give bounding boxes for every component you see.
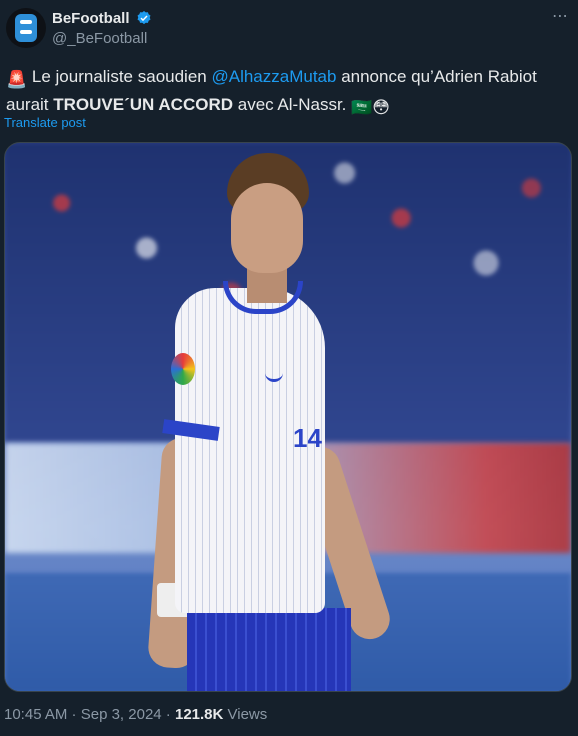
tweet-text-part-1: Le journaliste saoudien bbox=[27, 67, 212, 86]
euro-badge-icon bbox=[171, 353, 195, 385]
mention-link[interactable]: @AlhazzaMutab bbox=[211, 67, 336, 86]
meta-separator: · bbox=[67, 706, 81, 723]
player-head bbox=[231, 183, 303, 273]
avatar-logo-icon bbox=[15, 14, 37, 42]
alarm-emoji: 🚨 bbox=[6, 70, 28, 89]
tweet-bold-text: TROUVE´UN ACCORD bbox=[53, 95, 234, 114]
tweet-text-part-3: avec Al-Nassr. bbox=[233, 95, 352, 114]
tweet-date[interactable]: Sep 3, 2024 bbox=[81, 706, 162, 723]
shirt-number: 14 bbox=[293, 423, 322, 453]
more-options-icon[interactable]: ⋯ bbox=[552, 6, 569, 26]
tweet-time[interactable]: 10:45 AM bbox=[4, 706, 67, 723]
tweet-media-image[interactable]: 14 bbox=[4, 142, 572, 692]
views-label: Views bbox=[223, 706, 268, 723]
player-shorts bbox=[187, 608, 351, 691]
avatar[interactable] bbox=[6, 8, 46, 48]
tweet-metadata: 10:45 AM · Sep 3, 2024 · 121.8K Views bbox=[4, 706, 267, 723]
tweet-header: BeFootball @_BeFootball ⋯ bbox=[0, 0, 578, 56]
tweet-text: 🚨 Le journaliste saoudien @AlhazzaMutab … bbox=[6, 64, 566, 120]
player-figure: 14 bbox=[135, 153, 455, 691]
translate-post-link[interactable]: Translate post bbox=[4, 115, 86, 130]
saudi-flag-emoji: 🇸🇦 bbox=[351, 98, 373, 117]
meta-separator-2: · bbox=[161, 706, 175, 723]
views-count: 121.8K bbox=[174, 706, 224, 723]
account-handle[interactable]: @_BeFootball bbox=[52, 30, 147, 47]
flushed-face-emoji: 😳 bbox=[372, 98, 391, 117]
display-name[interactable]: BeFootball bbox=[52, 10, 130, 27]
verified-badge-icon bbox=[137, 11, 151, 25]
